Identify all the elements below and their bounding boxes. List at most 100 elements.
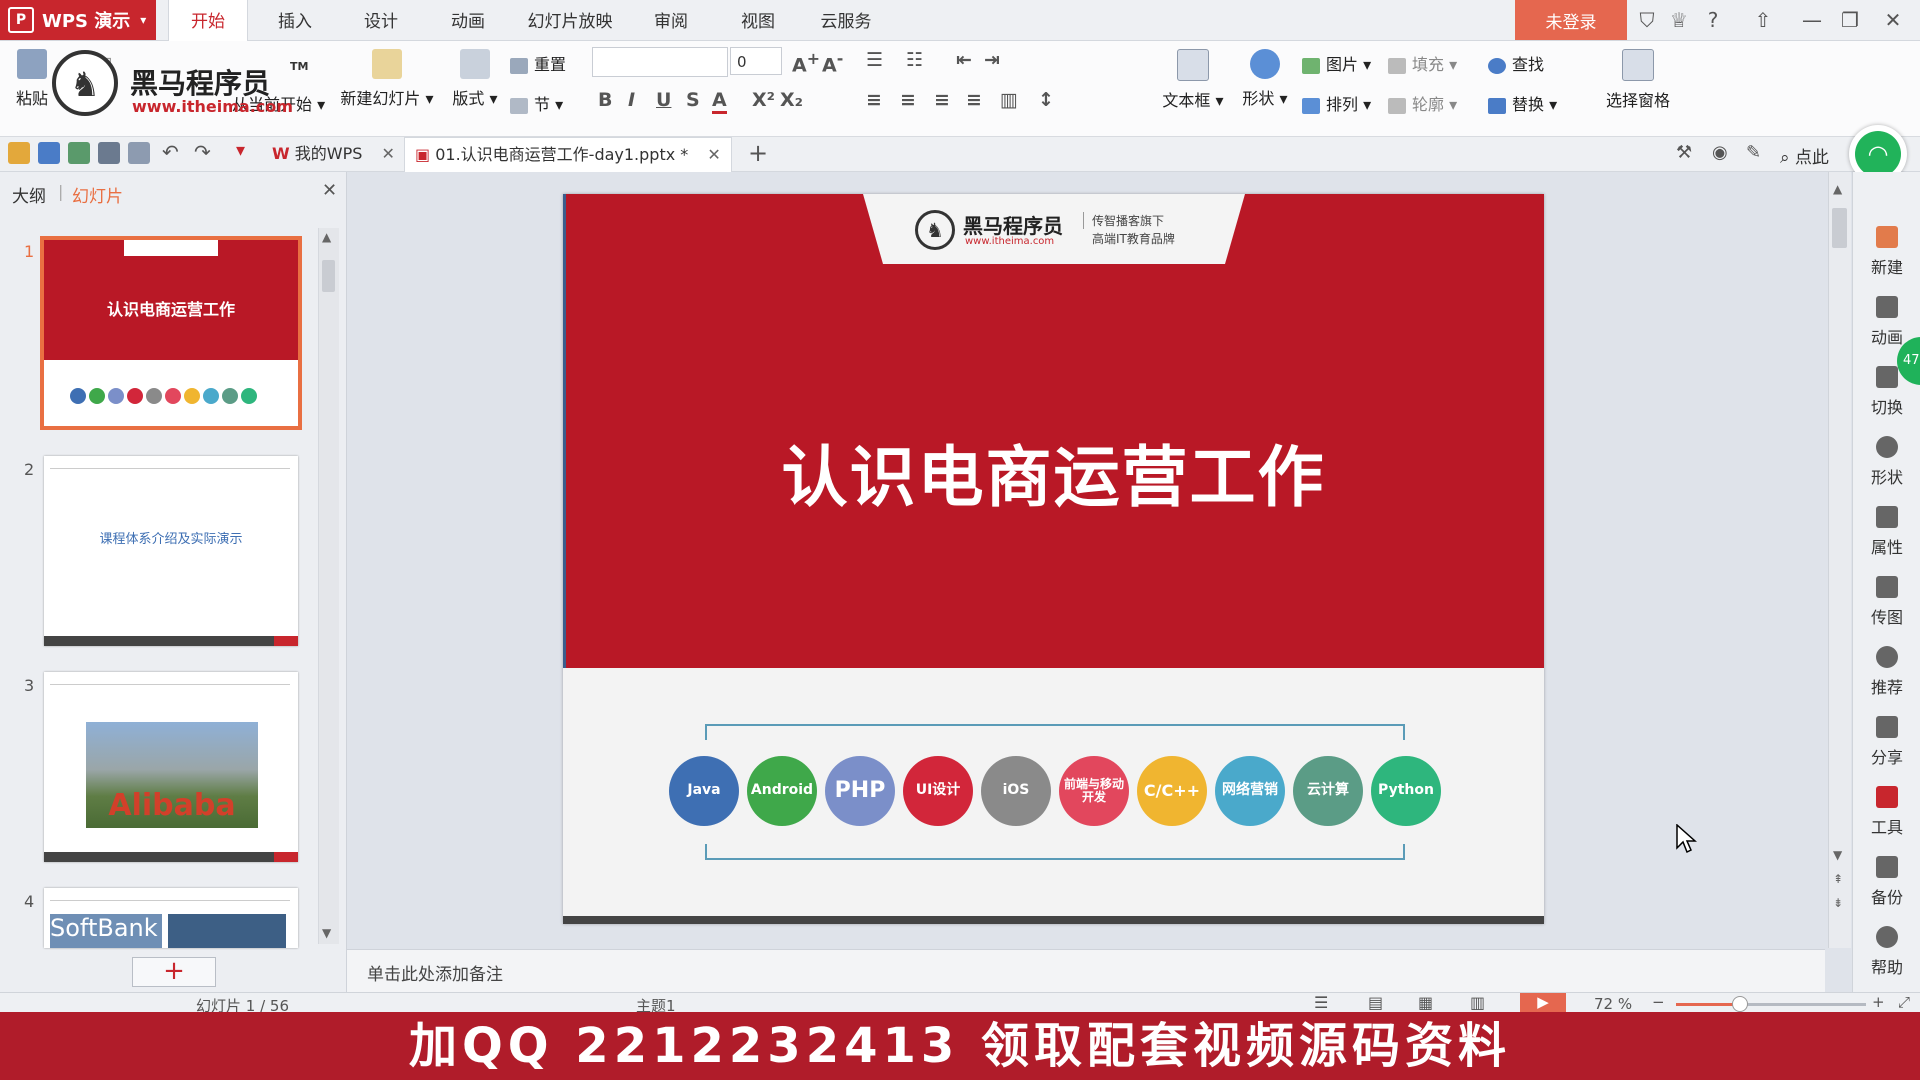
help-icon[interactable]: ? bbox=[1698, 6, 1728, 34]
indent-decrease-icon[interactable]: ⇤ bbox=[956, 49, 972, 71]
indent-increase-icon[interactable]: ⇥ bbox=[984, 49, 1000, 71]
outline-view-icon[interactable]: ☰ bbox=[1314, 993, 1328, 1012]
close-icon[interactable]: ✕ bbox=[381, 144, 394, 163]
reading-view-icon[interactable]: ▥ bbox=[1470, 993, 1485, 1012]
add-slide-button[interactable]: + bbox=[132, 957, 216, 987]
save-icon[interactable] bbox=[38, 142, 60, 164]
upload-icon[interactable]: ⇧ bbox=[1748, 6, 1778, 34]
thumbnail-scrollbar[interactable]: ▲ ▼ bbox=[318, 228, 339, 944]
menu-tab-review[interactable]: 审阅 bbox=[646, 0, 696, 40]
slide-thumbnail-4[interactable]: SoftBank bbox=[44, 888, 298, 948]
skin-icon[interactable]: ♕ bbox=[1664, 6, 1694, 34]
zoom-in-icon[interactable]: + bbox=[1872, 993, 1885, 1011]
menu-tab-cloud[interactable]: 云服务 bbox=[816, 0, 876, 40]
notes-area[interactable]: 单击此处添加备注 bbox=[347, 949, 1825, 992]
subscript-icon[interactable]: X₂ bbox=[780, 89, 803, 111]
fill-button[interactable]: 填充 ▾ bbox=[1388, 51, 1457, 75]
open-icon[interactable] bbox=[8, 142, 30, 164]
skin2-icon[interactable]: ◉ bbox=[1712, 142, 1728, 163]
zoom-slider-handle[interactable] bbox=[1732, 996, 1748, 1012]
zoom-out-icon[interactable]: − bbox=[1652, 993, 1665, 1011]
quick-search[interactable]: ⌕ 点此 bbox=[1780, 143, 1829, 168]
scroll-up-icon[interactable]: ▲ bbox=[322, 230, 331, 244]
close-icon[interactable]: ✕ bbox=[707, 145, 720, 164]
tool-icon[interactable]: ⚒ bbox=[1676, 142, 1692, 163]
sidebar-item-properties[interactable]: 属性 bbox=[1853, 506, 1920, 558]
arrange-button[interactable]: 排列 ▾ bbox=[1302, 91, 1371, 115]
slide-thumbnail-2[interactable]: 课程体系介绍及实际演示 bbox=[44, 456, 298, 646]
preview-icon[interactable] bbox=[128, 142, 150, 164]
slide-title[interactable]: 认识电商运营工作 bbox=[563, 424, 1544, 520]
slide-thumbnail-1[interactable]: 认识电商运营工作 bbox=[40, 236, 302, 430]
menu-tab-insert[interactable]: 插入 bbox=[270, 0, 320, 40]
sidebar-item-share[interactable]: 分享 bbox=[1853, 716, 1920, 768]
normal-view-icon[interactable]: ▤ bbox=[1368, 993, 1383, 1012]
menu-tab-view[interactable]: 视图 bbox=[733, 0, 783, 40]
feedback-icon[interactable]: ✎ bbox=[1746, 142, 1761, 163]
shield-icon[interactable]: ⛉ bbox=[1632, 6, 1662, 34]
scroll-down-icon[interactable]: ▼ bbox=[322, 926, 331, 940]
font-shrink-icon[interactable]: A- bbox=[822, 49, 843, 76]
justify-icon[interactable]: ≡ bbox=[966, 89, 982, 111]
slide-thumbnail-3[interactable]: Alibaba bbox=[44, 672, 298, 862]
current-slide[interactable]: ♞ 黑马程序员 www.itheima.com 传智播客旗下 高端IT教育品牌 … bbox=[563, 194, 1544, 924]
scroll-down-icon[interactable]: ▼ bbox=[1833, 848, 1842, 862]
close-icon[interactable]: ✕ bbox=[322, 180, 337, 201]
close-icon[interactable]: ✕ bbox=[1878, 6, 1908, 34]
redo-icon[interactable]: ↷ bbox=[194, 140, 211, 164]
print-icon[interactable] bbox=[98, 142, 120, 164]
align-left-icon[interactable]: ≡ bbox=[866, 89, 882, 111]
outline-button[interactable]: 轮廓 ▾ bbox=[1388, 91, 1457, 115]
scroll-thumb[interactable] bbox=[1832, 208, 1847, 248]
sidebar-item-tools[interactable]: 工具 bbox=[1853, 786, 1920, 838]
restore-icon[interactable]: ❐ bbox=[1835, 6, 1865, 34]
align-center-icon[interactable]: ≡ bbox=[900, 89, 916, 111]
picture-button[interactable]: 图片 ▾ bbox=[1302, 51, 1371, 75]
app-menu-button[interactable]: P WPS 演示 ▾ bbox=[0, 0, 156, 40]
shape-button[interactable]: 形状 ▾ bbox=[1236, 49, 1294, 109]
sidebar-item-help[interactable]: 帮助 bbox=[1853, 926, 1920, 978]
align-right-icon[interactable]: ≡ bbox=[934, 89, 950, 111]
textbox-button[interactable]: 文本框 ▾ bbox=[1160, 49, 1226, 111]
italic-icon[interactable]: I bbox=[628, 89, 635, 111]
menu-tab-slideshow[interactable]: 幻灯片放映 bbox=[520, 0, 620, 40]
customize-icon[interactable]: ▾ bbox=[236, 140, 245, 161]
tab-my-wps[interactable]: W 我的WPS ✕ bbox=[262, 137, 405, 171]
fit-window-icon[interactable]: ⤢ bbox=[1898, 993, 1910, 1011]
tab-slides[interactable]: 幻灯片 bbox=[72, 182, 123, 207]
font-family-select[interactable] bbox=[592, 47, 728, 77]
next-slide-icon[interactable]: ⇟ bbox=[1833, 896, 1843, 910]
find-button[interactable]: 查找 bbox=[1488, 51, 1544, 75]
font-size-select[interactable]: 0 bbox=[730, 47, 782, 75]
undo-icon[interactable]: ↶ bbox=[162, 140, 179, 164]
sidebar-item-new[interactable]: 新建 bbox=[1853, 226, 1920, 278]
sorter-view-icon[interactable]: ▦ bbox=[1418, 993, 1433, 1012]
select-pane-button[interactable]: 选择窗格 bbox=[1586, 49, 1690, 111]
bold-icon[interactable]: B bbox=[598, 89, 612, 111]
sidebar-item-shape[interactable]: 形状 bbox=[1853, 436, 1920, 488]
distribute-icon[interactable]: ▥ bbox=[1000, 89, 1018, 111]
font-grow-icon[interactable]: A+ bbox=[792, 49, 820, 76]
replace-button[interactable]: 替换 ▾ bbox=[1488, 91, 1557, 115]
numbered-list-icon[interactable]: ☷ bbox=[906, 49, 923, 71]
tab-outline[interactable]: 大纲 bbox=[12, 182, 46, 207]
section-button[interactable]: 节 ▾ bbox=[510, 91, 563, 115]
sidebar-item-upload-image[interactable]: 传图 bbox=[1853, 576, 1920, 628]
canvas-scrollbar[interactable]: ▲ ▼ ⇞ ⇟ bbox=[1828, 172, 1851, 948]
minimize-icon[interactable]: — bbox=[1797, 6, 1827, 34]
login-button[interactable]: 未登录 bbox=[1515, 0, 1627, 40]
layout-button[interactable]: 版式 ▾ bbox=[448, 49, 502, 109]
menu-tab-animation[interactable]: 动画 bbox=[443, 0, 493, 40]
superscript-icon[interactable]: X² bbox=[752, 89, 775, 111]
font-color-icon[interactable]: A bbox=[712, 89, 727, 114]
tab-document[interactable]: ▣ 01.认识电商运营工作-day1.pptx * ✕ bbox=[404, 137, 732, 172]
bullet-list-icon[interactable]: ☰ bbox=[866, 49, 883, 71]
zoom-level[interactable]: 72 % bbox=[1594, 995, 1632, 1013]
menu-tab-home[interactable]: 开始 bbox=[168, 0, 248, 41]
reset-button[interactable]: 重置 bbox=[510, 51, 566, 75]
prev-slide-icon[interactable]: ⇞ bbox=[1833, 872, 1843, 886]
strikethrough-icon[interactable]: S bbox=[686, 89, 700, 111]
scroll-thumb[interactable] bbox=[322, 260, 335, 292]
paste-button[interactable]: 粘贴 bbox=[10, 49, 54, 109]
line-spacing-icon[interactable]: ↕ bbox=[1038, 89, 1054, 111]
